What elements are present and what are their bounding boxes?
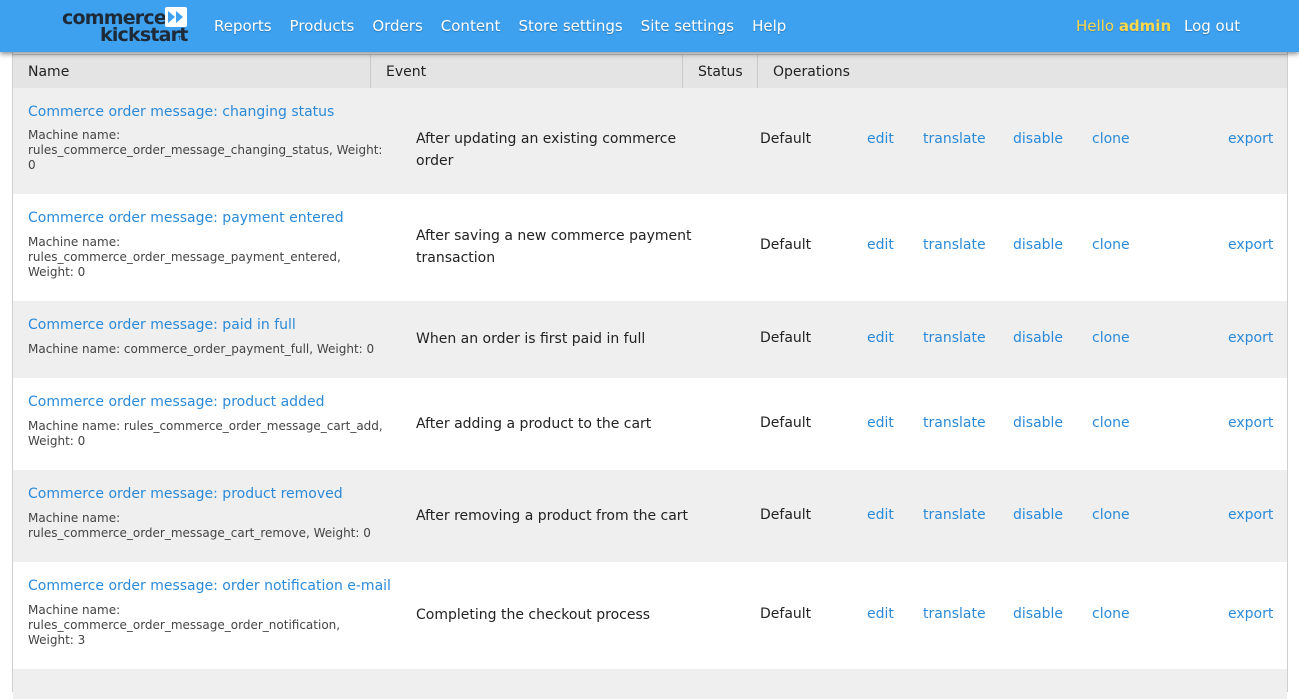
clone-link[interactable]: clone — [1092, 606, 1130, 622]
edit-link[interactable]: edit — [867, 330, 894, 346]
export-link[interactable]: export — [1228, 237, 1273, 253]
edit-link[interactable]: edit — [867, 237, 894, 253]
table-row: Commerce order message: payment entered … — [13, 194, 1287, 301]
logo-text-line2: kickstart — [100, 24, 188, 46]
rule-status: Default — [760, 237, 812, 253]
rule-title-link[interactable]: Commerce order message: order notificati… — [28, 578, 391, 594]
nav-item-content[interactable]: Content — [432, 0, 510, 52]
translate-link[interactable]: translate — [923, 330, 986, 346]
username-link[interactable]: admin — [1119, 17, 1171, 35]
table-row: Commerce order message: changing status … — [13, 88, 1287, 194]
rule-status: Default — [760, 415, 812, 431]
translate-link[interactable]: translate — [923, 606, 986, 622]
table-row: Commerce order message: paid in full Mac… — [13, 301, 1287, 378]
rule-machine-name: Machine name: rules_commerce_order_messa… — [28, 419, 383, 448]
edit-link[interactable]: edit — [867, 131, 894, 147]
translate-link[interactable]: translate — [923, 507, 986, 523]
user-greeting: Hello admin — [1076, 0, 1171, 52]
rule-event: After adding a product to the cart — [416, 416, 652, 432]
clone-link[interactable]: clone — [1092, 415, 1130, 431]
disable-link[interactable]: disable — [1013, 415, 1063, 431]
column-header-event[interactable]: Event — [371, 55, 683, 89]
rule-title-link[interactable]: Commerce order message: payment entered — [28, 210, 344, 226]
rule-machine-name: Machine name: commerce_order_payment_ful… — [28, 342, 375, 356]
nav-item-help[interactable]: Help — [743, 0, 795, 52]
table-row — [13, 669, 1287, 699]
rules-table: Name Event Status Operations Commerce or… — [12, 52, 1288, 699]
edit-link[interactable]: edit — [867, 606, 894, 622]
rule-title-link[interactable]: Commerce order message: product removed — [28, 486, 343, 502]
export-link[interactable]: export — [1228, 415, 1273, 431]
rule-title-link[interactable]: Commerce order message: changing status — [28, 104, 334, 120]
column-header-name[interactable]: Name — [13, 55, 371, 89]
nav-item-orders[interactable]: Orders — [363, 0, 431, 52]
logo-trademark: TM — [178, 36, 186, 42]
table-header: Name Event Status Operations — [13, 54, 1287, 90]
logout-link[interactable]: Log out — [1184, 0, 1240, 52]
rule-status: Default — [760, 131, 812, 147]
fast-forward-icon — [165, 7, 187, 27]
column-header-operations: Operations — [773, 64, 850, 80]
clone-link[interactable]: clone — [1092, 237, 1130, 253]
clone-link[interactable]: clone — [1092, 330, 1130, 346]
table-row: Commerce order message: product removed … — [13, 470, 1287, 562]
rule-status: Default — [760, 507, 812, 523]
disable-link[interactable]: disable — [1013, 606, 1063, 622]
clone-link[interactable]: clone — [1092, 131, 1130, 147]
rule-machine-name: Machine name: rules_commerce_order_messa… — [28, 511, 371, 540]
nav-item-site-settings[interactable]: Site settings — [632, 0, 743, 52]
greeting-text: Hello — [1076, 17, 1115, 35]
rule-status: Default — [760, 606, 812, 622]
rule-event: Completing the checkout process — [416, 607, 651, 623]
disable-link[interactable]: disable — [1013, 507, 1063, 523]
disable-link[interactable]: disable — [1013, 237, 1063, 253]
table-row: Commerce order message: product added Ma… — [13, 378, 1287, 470]
rule-title-link[interactable]: Commerce order message: paid in full — [28, 317, 296, 333]
rule-event: After removing a product from the cart — [416, 508, 689, 524]
translate-link[interactable]: translate — [923, 415, 986, 431]
translate-link[interactable]: translate — [923, 131, 986, 147]
rule-event: After saving a new commerce payment tran… — [416, 228, 692, 266]
commerce-kickstart-logo[interactable]: commerce kickstart TM — [62, 5, 192, 47]
export-link[interactable]: export — [1228, 507, 1273, 523]
nav-item-reports[interactable]: Reports — [205, 0, 281, 52]
rule-status: Default — [760, 330, 812, 346]
main-menu: Reports Products Orders Content Store se… — [205, 0, 795, 52]
rule-machine-name: Machine name: rules_commerce_order_messa… — [28, 128, 383, 172]
clone-link[interactable]: clone — [1092, 507, 1130, 523]
disable-link[interactable]: disable — [1013, 131, 1063, 147]
export-link[interactable]: export — [1228, 606, 1273, 622]
rule-machine-name: Machine name: rules_commerce_order_messa… — [28, 603, 341, 647]
export-link[interactable]: export — [1228, 131, 1273, 147]
rule-event: When an order is first paid in full — [416, 331, 646, 347]
nav-item-products[interactable]: Products — [281, 0, 364, 52]
rule-machine-name: Machine name: rules_commerce_order_messa… — [28, 235, 341, 279]
rule-title-link[interactable]: Commerce order message: product added — [28, 394, 324, 410]
translate-link[interactable]: translate — [923, 237, 986, 253]
rule-event: After updating an existing commerce orde… — [416, 131, 677, 169]
table-row: Commerce order message: order notificati… — [13, 562, 1287, 669]
top-navigation-bar: commerce kickstart TM Reports Products O… — [0, 0, 1299, 52]
export-link[interactable]: export — [1228, 330, 1273, 346]
nav-item-store-settings[interactable]: Store settings — [509, 0, 631, 52]
column-header-status[interactable]: Status — [683, 55, 758, 89]
edit-link[interactable]: edit — [867, 415, 894, 431]
edit-link[interactable]: edit — [867, 507, 894, 523]
disable-link[interactable]: disable — [1013, 330, 1063, 346]
